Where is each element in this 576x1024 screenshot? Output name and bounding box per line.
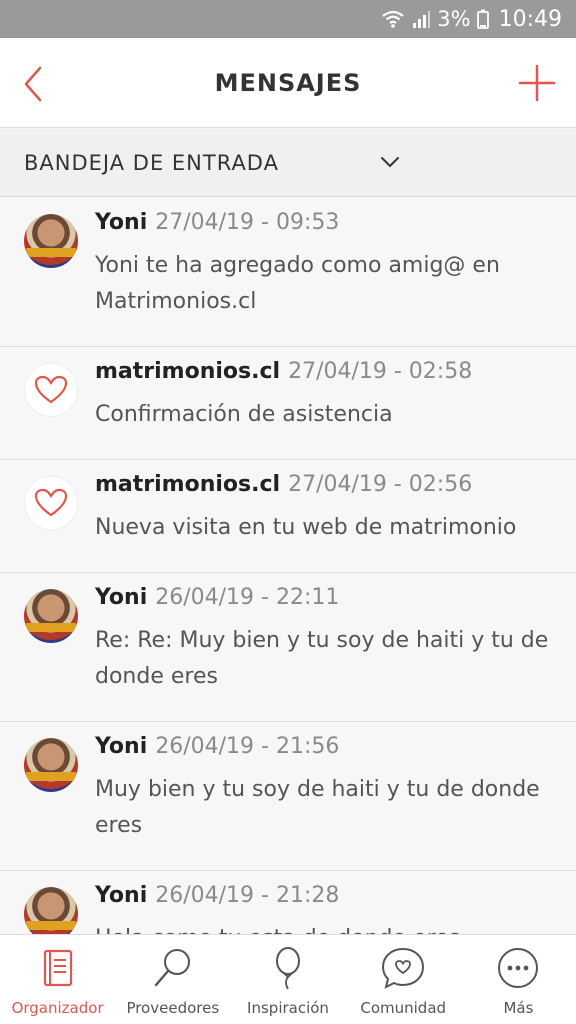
message-header: matrimonios.cl 27/04/19 - 02:56 — [95, 472, 472, 497]
status-bar: 3% 10:49 — [0, 0, 576, 38]
nav-label: Comunidad — [360, 999, 447, 1017]
message-header: Yoni 26/04/19 - 22:11 — [95, 585, 339, 610]
nav-label: Organizador — [11, 999, 104, 1017]
bottom-nav: Organizador Proveedores Inspiración Comu… — [0, 934, 576, 1024]
avatar — [24, 589, 78, 643]
heart-logo-icon — [24, 363, 78, 417]
message-header: Yoni 26/04/19 - 21:28 — [95, 883, 339, 908]
wifi-icon — [381, 9, 405, 29]
nav-item-mas[interactable]: Más — [461, 935, 576, 1024]
avatar — [24, 738, 78, 792]
nav-item-organizador[interactable]: Organizador — [0, 935, 115, 1024]
nav-item-inspiracion[interactable]: Inspiración — [230, 935, 345, 1024]
message-preview: Confirmación de asistencia — [95, 402, 393, 427]
message-item[interactable]: matrimonios.cl 27/04/19 - 02:56 Nueva vis… — [0, 460, 576, 573]
message-item[interactable]: Yoni 27/04/19 - 09:53 Yoni te ha agregado… — [0, 198, 576, 347]
nav-label: Más — [503, 999, 534, 1017]
more-icon — [498, 948, 539, 988]
message-preview: Hola como tu esta de donde eres — [95, 921, 555, 934]
message-preview: Muy bien y tu soy de haiti y tu de donde… — [95, 777, 540, 838]
message-preview: Yoni te ha agregado como amig@ en Matrim… — [95, 253, 500, 314]
app-header: MENSAJES — [0, 38, 576, 128]
message-header: Yoni 26/04/19 - 21:56 — [95, 734, 339, 759]
message-sender: matrimonios.cl — [95, 472, 281, 497]
heart-logo-icon — [24, 476, 78, 530]
chat-heart-icon — [382, 947, 425, 989]
page-title: MENSAJES — [214, 68, 362, 97]
message-sender: Yoni — [95, 585, 148, 610]
avatar — [24, 887, 78, 934]
nav-label: Proveedores — [126, 999, 220, 1017]
message-sender: Yoni — [95, 210, 148, 235]
nav-item-proveedores[interactable]: Proveedores — [115, 935, 230, 1024]
nav-label: Inspiración — [247, 999, 329, 1017]
message-date: 27/04/19 - 09:53 — [155, 210, 340, 235]
notebook-icon — [43, 949, 72, 987]
message-header: matrimonios.cl 27/04/19 - 02:58 — [95, 359, 472, 384]
message-date: 26/04/19 - 21:56 — [155, 734, 340, 759]
message-sender: Yoni — [95, 734, 148, 759]
message-preview: Nueva visita en tu web de matrimonio — [95, 515, 517, 540]
battery-percent: 3% — [437, 7, 471, 31]
message-sender: Yoni — [95, 883, 148, 908]
message-list[interactable]: Yoni 27/04/19 - 09:53 Yoni te ha agregado… — [0, 198, 576, 934]
message-header: Yoni 27/04/19 - 09:53 — [95, 210, 339, 235]
inbox-selector[interactable]: BANDEJA DE ENTRADA — [0, 129, 576, 197]
message-item[interactable]: Yoni 26/04/19 - 21:56 Muy bien y tu soy d… — [0, 722, 576, 871]
message-date: 27/04/19 - 02:56 — [288, 472, 473, 497]
inbox-label: BANDEJA DE ENTRADA — [24, 150, 279, 175]
back-chevron-icon[interactable] — [18, 64, 48, 104]
signal-icon — [411, 9, 431, 29]
message-date: 27/04/19 - 02:58 — [288, 359, 473, 384]
nav-item-comunidad[interactable]: Comunidad — [346, 935, 461, 1024]
message-item[interactable]: matrimonios.cl 27/04/19 - 02:58 Confirmac… — [0, 347, 576, 460]
message-sender: matrimonios.cl — [95, 359, 281, 384]
message-preview: Re: Re: Muy bien y tu soy de haiti y tu … — [95, 628, 549, 689]
message-date: 26/04/19 - 22:11 — [155, 585, 340, 610]
message-date: 26/04/19 - 21:28 — [155, 883, 340, 908]
plus-icon[interactable] — [518, 64, 556, 102]
balloon-icon — [276, 947, 300, 990]
message-item[interactable]: Yoni 26/04/19 - 21:28 Hola como tu esta d… — [0, 871, 576, 934]
magnifier-icon — [154, 949, 190, 987]
avatar — [24, 214, 78, 268]
battery-icon — [476, 9, 489, 29]
message-item[interactable]: Yoni 26/04/19 - 22:11 Re: Re: Muy bien y … — [0, 573, 576, 722]
clock: 10:49 — [498, 6, 562, 32]
chevron-down-icon — [381, 157, 399, 168]
